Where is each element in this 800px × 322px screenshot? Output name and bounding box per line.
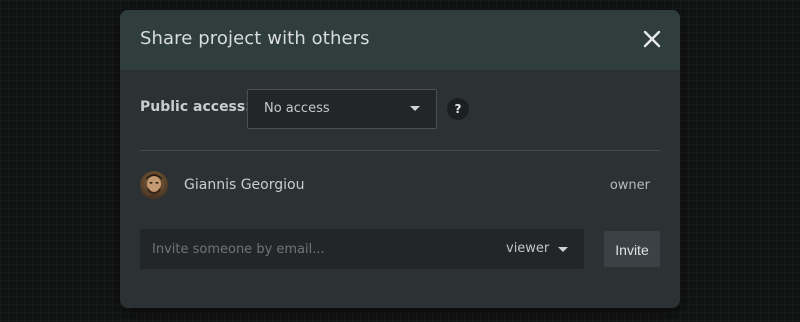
dialog-title: Share project with others [140, 28, 370, 49]
invite-role-select[interactable]: viewer [494, 229, 584, 269]
help-icon[interactable]: ? [447, 98, 469, 120]
chevron-down-icon [558, 247, 568, 252]
divider [140, 150, 660, 151]
public-access-value: No access [264, 101, 330, 116]
public-access-row: Public access: No access ? [140, 89, 660, 129]
member-row: Giannis Georgiou owner [140, 171, 660, 199]
invite-row: viewer Invite [140, 229, 660, 269]
public-access-label: Public access: [140, 99, 251, 115]
invite-field: viewer [140, 229, 584, 269]
share-dialog: Share project with others Public access:… [120, 10, 680, 308]
member-role: owner [609, 178, 650, 193]
chevron-down-icon [410, 106, 420, 111]
invite-role-value: viewer [506, 241, 550, 256]
member-name: Giannis Georgiou [184, 177, 305, 193]
close-icon [643, 30, 661, 48]
invite-email-input[interactable] [140, 229, 480, 269]
dialog-header: Share project with others [120, 10, 680, 70]
close-button[interactable] [642, 29, 662, 49]
avatar [140, 171, 168, 199]
invite-button[interactable]: Invite [604, 231, 660, 267]
public-access-select[interactable]: No access [247, 89, 437, 129]
